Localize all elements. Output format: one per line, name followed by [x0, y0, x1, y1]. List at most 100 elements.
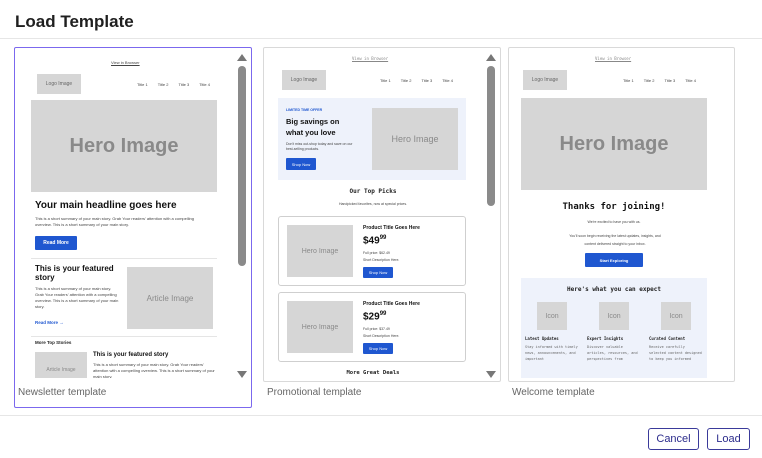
feature-title: Expert Insights — [587, 336, 624, 341]
scroll-up-arrow-icon[interactable] — [237, 54, 247, 61]
story2-text: This is a short summary of your main sto… — [93, 362, 215, 378]
expect-heading: Here's what you can expect — [567, 286, 661, 293]
intro-text: This is a short summary of your main sto… — [35, 216, 194, 227]
product-card: Hero Image Product Title Goes Here $4999… — [278, 216, 466, 286]
load-button[interactable]: Load — [707, 428, 750, 450]
product-image-placeholder: Hero Image — [287, 301, 353, 353]
hero-image-placeholder: Hero Image — [31, 100, 217, 192]
price-main: $29 — [363, 311, 380, 323]
dialog-title: Load Template — [15, 12, 134, 31]
scroll-thumb[interactable] — [238, 66, 246, 266]
top-picks-subtitle: Handpicked favorites, now at special pri… — [338, 202, 408, 206]
offer-text: Don't miss out-shop today and save on ou… — [286, 142, 353, 151]
scroll-thumb[interactable] — [487, 66, 495, 206]
hero-image-placeholder: Hero Image — [372, 108, 458, 170]
shop-now-button: Shop Now — [363, 343, 393, 354]
nav-link: Title 2 — [400, 78, 412, 83]
scroll-up-arrow-icon[interactable] — [486, 54, 496, 61]
product-price: $2999 — [363, 311, 386, 322]
feature-title: Latest Updates — [525, 336, 559, 341]
scroll-down-arrow-icon[interactable] — [486, 371, 496, 378]
shop-now-button: Shop Now — [286, 158, 316, 170]
nav-links: Title 1 Title 2 Title 3 Title 4 — [137, 82, 210, 87]
feature-title: Curated Content — [649, 336, 686, 341]
nav-link: Title 3 — [421, 78, 433, 83]
thanks-heading: Thanks for joining! — [562, 202, 666, 212]
load-template-dialog: Load Template View in Browser Logo Image… — [0, 0, 762, 458]
newsletter-preview: View in Browser Logo Image Title 1 Title… — [19, 52, 229, 378]
section-divider — [31, 258, 217, 259]
welcome-preview: View in Browser Logo Image Title 1 Title… — [513, 52, 723, 378]
product-description: Short Description Here. — [363, 334, 400, 338]
cancel-button[interactable]: Cancel — [648, 428, 699, 450]
nav-link: Title 4 — [685, 78, 696, 83]
article-image-placeholder: Article Image — [127, 267, 213, 329]
product-price: $4999 — [363, 235, 386, 246]
template-card-newsletter[interactable]: View in Browser Logo Image Title 1 Title… — [14, 47, 252, 408]
logo-placeholder: Logo Image — [37, 74, 81, 94]
nav-link: Title 2 — [157, 82, 169, 87]
hero-image-placeholder: Hero Image — [521, 98, 707, 190]
article-image-placeholder: Article Image — [35, 352, 87, 378]
section-divider — [31, 336, 217, 337]
featured-title: This is your featured story — [35, 264, 114, 282]
price-main: $49 — [363, 235, 380, 247]
featured-text: This is a short summary of your main sto… — [35, 286, 119, 309]
promotional-preview: View in Browser Logo Image Title 1 Title… — [268, 52, 478, 378]
product-image-placeholder: Hero Image — [287, 225, 353, 277]
scroll-down-arrow-icon[interactable] — [237, 371, 247, 378]
expect-section: Here's what you can expect Icon Icon Ico… — [521, 278, 707, 378]
view-in-browser-link: View in Browser — [595, 56, 632, 61]
nav-link: Title 2 — [643, 78, 655, 83]
product-card: Hero Image Product Title Goes Here $2999… — [278, 292, 466, 362]
offer-banner: LIMITED TIME OFFER Big savings on what y… — [278, 98, 466, 180]
nav-link: Title 3 — [178, 82, 190, 87]
template-preview-frame: View in Browser Logo Image Title 1 Title… — [508, 47, 735, 382]
nav-link: Title 1 — [137, 82, 148, 87]
logo-placeholder: Logo Image — [523, 70, 567, 90]
full-price: Full price: $62.49 — [363, 251, 390, 255]
feature-icon-placeholder: Icon — [599, 302, 629, 330]
template-card-promotional[interactable]: View in Browser Logo Image Title 1 Title… — [263, 47, 501, 408]
read-more-button: Read More — [35, 236, 77, 250]
product-description: Short Description Here. — [363, 258, 400, 262]
nav-links: Title 1 Title 2 Title 3 Title 4 — [380, 78, 453, 83]
template-label: Welcome template — [512, 387, 595, 398]
offer-tag: LIMITED TIME OFFER — [286, 108, 323, 112]
feature-icon-placeholder: Icon — [661, 302, 691, 330]
logo-placeholder: Logo Image — [282, 70, 326, 90]
top-picks-heading: Our Top Picks — [349, 188, 397, 195]
feature-text: Discover valuable articles, resources, a… — [587, 345, 638, 361]
nav-link: Title 3 — [664, 78, 676, 83]
full-price: Full price: $37.49 — [363, 327, 390, 331]
nav-link: Title 1 — [623, 78, 634, 83]
template-card-welcome[interactable]: View in Browser Logo Image Title 1 Title… — [508, 47, 746, 408]
nav-link: Title 4 — [442, 78, 453, 83]
featured-read-more-link: Read More → — [35, 320, 64, 325]
template-label: Newsletter template — [18, 387, 107, 398]
view-in-browser-link: View in Browser — [111, 60, 140, 65]
feature-text: Receive carefully selected content desig… — [649, 345, 702, 361]
more-stories-heading: More Top Stories — [35, 340, 72, 345]
price-cents: 99 — [379, 311, 387, 317]
feature-text: Stay informed with timely news, announce… — [525, 345, 578, 361]
preview-scrollbar[interactable] — [485, 54, 497, 378]
view-in-browser-link: View in Browser — [352, 56, 389, 61]
footer-divider — [0, 415, 762, 416]
nav-link: Title 4 — [199, 82, 210, 87]
template-preview-frame: View in Browser Logo Image Title 1 Title… — [15, 48, 251, 381]
shop-now-button: Shop Now — [363, 267, 393, 278]
excited-text: We're excited to have you with us. — [587, 220, 641, 224]
welcome-body-text: You'll soon begin receiving the latest u… — [569, 234, 661, 246]
story2-title: This is your featured story — [93, 352, 169, 358]
product-title: Product Title Goes Here — [363, 225, 420, 231]
template-label: Promotional template — [267, 387, 362, 398]
preview-scrollbar[interactable] — [236, 54, 248, 378]
feature-icon-placeholder: Icon — [537, 302, 567, 330]
start-exploring-button: Start Exploring — [585, 253, 643, 267]
offer-title: Big savings on what you love — [286, 117, 340, 137]
nav-link: Title 1 — [380, 78, 391, 83]
price-cents: 99 — [379, 235, 387, 241]
product-title: Product Title Goes Here — [363, 301, 420, 307]
header-divider — [0, 38, 762, 39]
